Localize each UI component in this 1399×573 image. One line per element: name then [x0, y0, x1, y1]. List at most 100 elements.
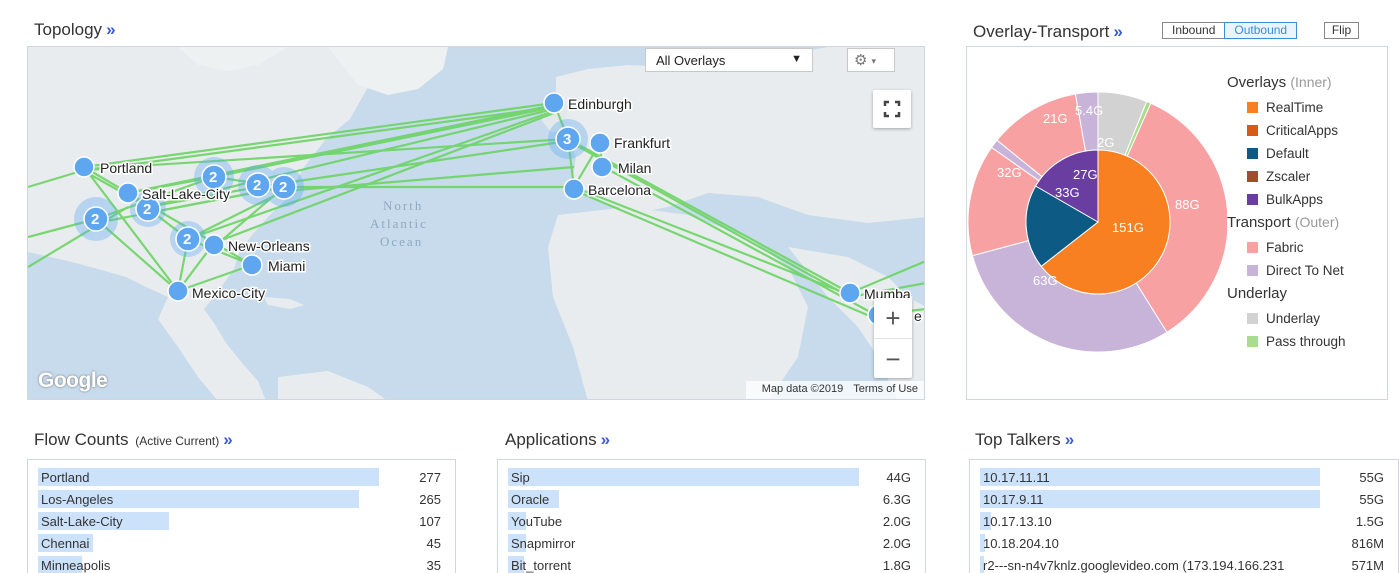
list-item[interactable]: YouTube 2.0G: [498, 511, 925, 533]
list-item-value: 44G: [886, 470, 911, 485]
cluster-count-east2: 2: [253, 177, 261, 194]
top-talkers-expand-icon[interactable]: »: [1065, 430, 1074, 449]
city-marker-salt-lake-city[interactable]: [117, 182, 139, 204]
overlay-transport-chart: 88G 63G 32G 21G 5.4G 2G 151G 33G 27G Ove…: [966, 46, 1388, 400]
list-item-name: 10.18.204.10: [983, 536, 1059, 551]
label-outer-63g: 63G: [1033, 273, 1058, 288]
list-item[interactable]: 10.18.204.10 816M: [970, 533, 1398, 555]
legend-swatch: [1247, 265, 1258, 276]
city-marker-frankfurt[interactable]: [589, 132, 611, 154]
legend-item-criticalapps[interactable]: CriticalApps: [1227, 119, 1346, 142]
zoom-in-button[interactable]: +: [874, 298, 912, 338]
city-marker-portland[interactable]: [73, 156, 95, 178]
map-footer: Map data ©2019 Terms of Use: [745, 381, 924, 399]
list-item-name: Portland: [41, 470, 90, 485]
list-item-name: r2---sn-n4v7knlz.googlevideo.com (173.19…: [983, 558, 1285, 573]
dropdown-arrow-icon: ▼: [791, 53, 802, 65]
gear-icon: ⚙: [854, 52, 868, 69]
fullscreen-button[interactable]: [873, 90, 911, 128]
label-outer-2g: 2G: [1097, 135, 1114, 150]
list-item-name: Los-Angeles: [41, 492, 114, 507]
inbound-button[interactable]: Inbound: [1163, 23, 1226, 38]
zoom-controls: + −: [874, 298, 912, 378]
legend-item-default[interactable]: Default: [1227, 142, 1346, 165]
topology-title-text: Topology: [34, 20, 103, 39]
legend-swatch: [1247, 336, 1258, 347]
legend-item-realtime[interactable]: RealTime: [1227, 96, 1346, 119]
legend-overlays-label: Overlays: [1227, 74, 1287, 91]
city-marker-mumbai[interactable]: [839, 282, 861, 304]
city-label-edinburgh: Edinburgh: [568, 96, 632, 112]
chart-legend: Overlays (Inner) RealTime CriticalApps D…: [1227, 71, 1346, 353]
list-item[interactable]: 10.17.9.11 55G: [970, 489, 1398, 511]
applications-expand-icon[interactable]: »: [601, 430, 610, 449]
legend-swatch: [1247, 125, 1258, 136]
list-item-name: Bit_torrent: [511, 558, 571, 573]
flow-counts-subtitle: (Active Current): [135, 434, 220, 448]
city-label-partial: e: [914, 308, 922, 324]
list-item-value: 35: [426, 558, 441, 573]
list-item-name: 10.17.9.11: [983, 492, 1044, 507]
list-item[interactable]: 10.17.13.10 1.5G: [970, 511, 1398, 533]
topology-expand-icon[interactable]: »: [106, 20, 115, 39]
city-marker-edinburgh[interactable]: [543, 92, 565, 114]
cluster-count-east3: 2: [279, 179, 287, 196]
list-item-value: 571M: [1351, 558, 1384, 573]
list-item[interactable]: Salt-Lake-City 107: [28, 511, 455, 533]
applications-title: Applications»: [505, 430, 610, 450]
flip-button[interactable]: Flip: [1324, 22, 1359, 39]
legend-swatch: [1247, 102, 1258, 113]
cluster-count-west: 2: [91, 211, 99, 228]
map-settings-button[interactable]: ⚙ ▾: [847, 48, 895, 72]
ocean-label-2: Atlantic: [370, 216, 428, 231]
legend-item-fabric[interactable]: Fabric: [1227, 236, 1346, 259]
flow-counts-expand-icon[interactable]: »: [223, 430, 232, 449]
legend-swatch: [1247, 194, 1258, 205]
donut-chart[interactable]: 88G 63G 32G 21G 5.4G 2G 151G 33G 27G: [967, 47, 1227, 401]
list-item[interactable]: Oracle 6.3G: [498, 489, 925, 511]
applications-title-text: Applications: [505, 430, 597, 449]
list-item[interactable]: Snapmirror 2.0G: [498, 533, 925, 555]
label-inner-151g: 151G: [1112, 220, 1144, 235]
zoom-out-button[interactable]: −: [874, 338, 912, 378]
map-canvas[interactable]: 3 2 2 2 2 2 2 Edinburgh Frankfurt Milan …: [28, 47, 925, 400]
legend-item-direct-to-net[interactable]: Direct To Net: [1227, 259, 1346, 282]
legend-swatch: [1247, 148, 1258, 159]
legend-item-underlay[interactable]: Underlay: [1227, 307, 1346, 330]
fullscreen-icon: [883, 100, 901, 118]
flow-counts-list: Portland 277 Los-Angeles 265 Salt-Lake-City 1…: [27, 459, 456, 573]
list-item[interactable]: Chennai 45: [28, 533, 455, 555]
list-item[interactable]: Los-Angeles 265: [28, 489, 455, 511]
label-inner-27g: 27G: [1073, 167, 1098, 182]
list-item[interactable]: Sip 44G: [498, 467, 925, 489]
legend-item-pass-through[interactable]: Pass through: [1227, 330, 1346, 353]
overlay-select[interactable]: All Overlays ▼: [645, 48, 813, 72]
list-item[interactable]: Bit_torrent 1.8G: [498, 555, 925, 573]
legend-label: RealTime: [1266, 100, 1324, 115]
list-item[interactable]: 10.17.11.11 55G: [970, 467, 1398, 489]
list-item[interactable]: Minneapolis 35: [28, 555, 455, 573]
list-item-name: Sip: [511, 470, 530, 485]
list-item-value: 45: [426, 536, 441, 551]
city-label-barcelona: Barcelona: [588, 182, 651, 198]
overlay-transport-expand-icon[interactable]: »: [1113, 22, 1122, 41]
city-marker-miami[interactable]: [241, 254, 263, 276]
list-item[interactable]: Portland 277: [28, 467, 455, 489]
city-label-mexico-city: Mexico-City: [192, 285, 265, 301]
city-marker-mexico-city[interactable]: [167, 280, 189, 302]
label-outer-88g: 88G: [1175, 197, 1200, 212]
label-inner-33g: 33G: [1055, 185, 1080, 200]
outbound-button[interactable]: Outbound: [1224, 22, 1298, 39]
topology-map[interactable]: 3 2 2 2 2 2 2 Edinburgh Frankfurt Milan …: [27, 46, 925, 400]
city-marker-milan[interactable]: [591, 156, 613, 178]
city-marker-new-orleans[interactable]: [203, 234, 225, 256]
list-item[interactable]: r2---sn-n4v7knlz.googlevideo.com (173.19…: [970, 555, 1398, 573]
legend-transport-hint: (Outer): [1294, 214, 1340, 230]
terms-of-use-link[interactable]: Terms of Use: [853, 383, 918, 395]
overlay-transport-title-text: Overlay-Transport: [973, 22, 1110, 41]
legend-transport-label: Transport: [1227, 214, 1291, 231]
legend-item-bulkapps[interactable]: BulkApps: [1227, 188, 1346, 211]
city-marker-barcelona[interactable]: [563, 178, 585, 200]
list-item-value: 2.0G: [882, 514, 911, 529]
legend-item-zscaler[interactable]: Zscaler: [1227, 165, 1346, 188]
